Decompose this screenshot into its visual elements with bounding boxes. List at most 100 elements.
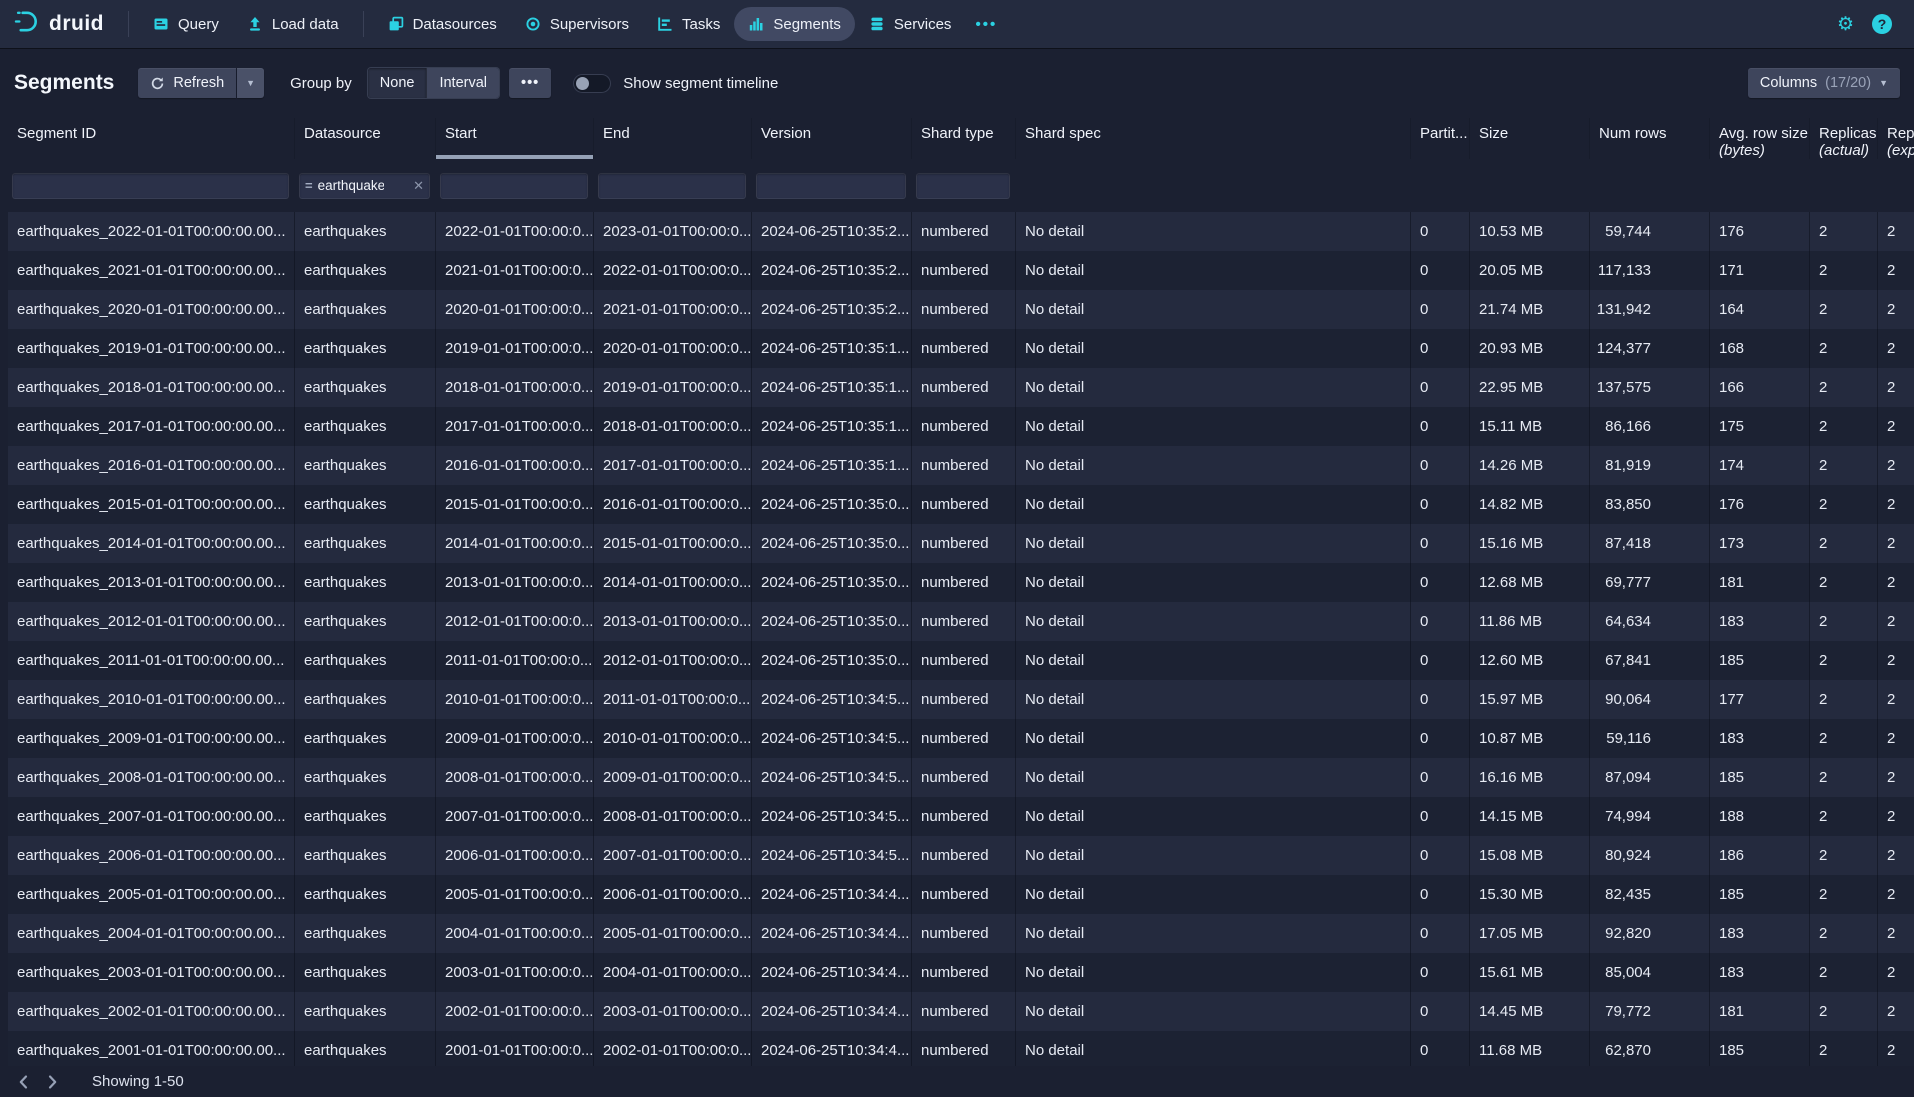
filter-input-start[interactable] bbox=[440, 173, 588, 199]
pagination-prev-button[interactable] bbox=[10, 1069, 38, 1095]
cell-partition: 0 bbox=[1411, 680, 1470, 719]
column-header-avg-row-size[interactable]: Avg. row size(bytes) bbox=[1710, 118, 1810, 159]
table-row[interactable]: earthquakes_2009-01-01T00:00:00.00...ear… bbox=[8, 719, 1914, 758]
column-header-replicas[interactable]: Replicas(actual) bbox=[1810, 118, 1878, 159]
filter-tag-remove-icon[interactable]: ✕ bbox=[413, 178, 424, 194]
settings-gear-icon[interactable]: ⚙ bbox=[1837, 15, 1854, 34]
cell-replicas: 2 bbox=[1810, 836, 1878, 875]
nav-item-services[interactable]: Services bbox=[855, 7, 966, 41]
cell-shard-spec: No detail bbox=[1016, 368, 1411, 407]
cell-replication-factor: 2 bbox=[1878, 797, 1914, 836]
table-row[interactable]: earthquakes_2007-01-01T00:00:00.00...ear… bbox=[8, 797, 1914, 836]
cell-end: 2016-01-01T00:00:0... bbox=[594, 485, 752, 524]
filter-input-end[interactable] bbox=[598, 173, 746, 199]
column-header-id[interactable]: Segment ID bbox=[8, 118, 295, 159]
column-label: End bbox=[603, 125, 630, 142]
cell-replicas: 2 bbox=[1810, 212, 1878, 251]
cell-datasource: earthquakes bbox=[295, 407, 436, 446]
column-header-partition[interactable]: Partit... bbox=[1411, 118, 1470, 159]
chevron-down-icon: ▼ bbox=[1879, 78, 1888, 88]
cell-end: 2018-01-01T00:00:0... bbox=[594, 407, 752, 446]
table-row[interactable]: earthquakes_2002-01-01T00:00:00.00...ear… bbox=[8, 992, 1914, 1031]
refresh-button[interactable]: Refresh bbox=[138, 68, 236, 98]
cell-end: 2004-01-01T00:00:0... bbox=[594, 953, 752, 992]
column-header-shard-type[interactable]: Shard type bbox=[912, 118, 1016, 159]
table-row[interactable]: earthquakes_2017-01-01T00:00:00.00...ear… bbox=[8, 407, 1914, 446]
column-header-end[interactable]: End bbox=[594, 118, 752, 159]
cell-num-rows: 137,575 bbox=[1590, 368, 1710, 407]
column-label: Partit... bbox=[1420, 125, 1468, 142]
filter-equals-icon: = bbox=[305, 178, 313, 193]
pagination-next-button[interactable] bbox=[38, 1069, 66, 1095]
cell-size: 15.97 MB bbox=[1470, 680, 1590, 719]
cell-partition: 0 bbox=[1411, 329, 1470, 368]
cell-end: 2014-01-01T00:00:0... bbox=[594, 563, 752, 602]
druid-logo-text: druid bbox=[49, 12, 104, 36]
nav-item-datasources[interactable]: Datasources bbox=[374, 7, 511, 41]
table-row[interactable]: earthquakes_2012-01-01T00:00:00.00...ear… bbox=[8, 602, 1914, 641]
cell-end: 2009-01-01T00:00:0... bbox=[594, 758, 752, 797]
show-segment-timeline-switch[interactable]: Show segment timeline bbox=[573, 74, 778, 93]
column-header-replication-factor[interactable]: Replication factor(expected) bbox=[1878, 118, 1914, 159]
cell-avg-row-size: 183 bbox=[1710, 914, 1810, 953]
switch-track bbox=[573, 74, 611, 93]
druid-logo[interactable]: druid bbox=[0, 8, 118, 40]
table-row[interactable]: earthquakes_2004-01-01T00:00:00.00...ear… bbox=[8, 914, 1914, 953]
column-header-shard-spec[interactable]: Shard spec bbox=[1016, 118, 1411, 159]
filter-input-datasource[interactable]: =earthquakes✕ bbox=[299, 173, 430, 199]
nav-item-load-data[interactable]: Load data bbox=[233, 7, 353, 41]
column-header-size[interactable]: Size bbox=[1470, 118, 1590, 159]
cell-replicas: 2 bbox=[1810, 446, 1878, 485]
table-row[interactable]: earthquakes_2001-01-01T00:00:00.00...ear… bbox=[8, 1031, 1914, 1070]
table-row[interactable]: earthquakes_2022-01-01T00:00:00.00...ear… bbox=[8, 212, 1914, 251]
cell-end: 2021-01-01T00:00:0... bbox=[594, 290, 752, 329]
nav-item-tasks[interactable]: Tasks bbox=[643, 7, 734, 41]
column-header-datasource[interactable]: Datasource bbox=[295, 118, 436, 159]
filter-input-version[interactable] bbox=[756, 173, 906, 199]
group-by-option-none[interactable]: None bbox=[368, 68, 427, 98]
nav-item-label: Load data bbox=[272, 16, 339, 33]
table-row[interactable]: earthquakes_2020-01-01T00:00:00.00...ear… bbox=[8, 290, 1914, 329]
column-header-num-rows[interactable]: Num rows bbox=[1590, 118, 1710, 159]
help-icon[interactable]: ? bbox=[1872, 14, 1892, 34]
filter-input-segment-id[interactable] bbox=[12, 173, 289, 199]
cell-size: 20.93 MB bbox=[1470, 329, 1590, 368]
cell-size: 14.82 MB bbox=[1470, 485, 1590, 524]
group-by-option-interval[interactable]: Interval bbox=[426, 68, 499, 98]
refresh-caret-button[interactable]: ▼ bbox=[237, 68, 264, 98]
nav-more-button[interactable]: ••• bbox=[965, 16, 1007, 33]
table-row[interactable]: earthquakes_2003-01-01T00:00:00.00...ear… bbox=[8, 953, 1914, 992]
table-row[interactable]: earthquakes_2016-01-01T00:00:00.00...ear… bbox=[8, 446, 1914, 485]
cell-shard-type: numbered bbox=[912, 797, 1016, 836]
nav-item-label: Services bbox=[894, 16, 952, 33]
nav-item-segments[interactable]: Segments bbox=[734, 7, 855, 41]
cell-id: earthquakes_2007-01-01T00:00:00.00... bbox=[8, 797, 295, 836]
cell-start: 2015-01-01T00:00:0... bbox=[436, 485, 594, 524]
table-row[interactable]: earthquakes_2013-01-01T00:00:00.00...ear… bbox=[8, 563, 1914, 602]
table-row[interactable]: earthquakes_2021-01-01T00:00:00.00...ear… bbox=[8, 251, 1914, 290]
column-header-version[interactable]: Version bbox=[752, 118, 912, 159]
cell-id: earthquakes_2013-01-01T00:00:00.00... bbox=[8, 563, 295, 602]
table-row[interactable]: earthquakes_2006-01-01T00:00:00.00...ear… bbox=[8, 836, 1914, 875]
cell-version: 2024-06-25T10:34:5... bbox=[752, 719, 912, 758]
column-header-start[interactable]: Start bbox=[436, 118, 594, 159]
columns-count: (17/20) bbox=[1825, 75, 1871, 91]
cell-start: 2014-01-01T00:00:0... bbox=[436, 524, 594, 563]
filter-input-shard-type[interactable] bbox=[916, 173, 1010, 199]
column-label: Size bbox=[1479, 125, 1508, 142]
header-more-button[interactable]: ••• bbox=[509, 68, 551, 98]
nav-item-supervisors[interactable]: Supervisors bbox=[511, 7, 643, 41]
table-row[interactable]: earthquakes_2015-01-01T00:00:00.00...ear… bbox=[8, 485, 1914, 524]
table-row[interactable]: earthquakes_2014-01-01T00:00:00.00...ear… bbox=[8, 524, 1914, 563]
cell-datasource: earthquakes bbox=[295, 680, 436, 719]
cell-replication-factor: 2 bbox=[1878, 680, 1914, 719]
cell-num-rows: 69,777 bbox=[1590, 563, 1710, 602]
table-row[interactable]: earthquakes_2008-01-01T00:00:00.00...ear… bbox=[8, 758, 1914, 797]
table-row[interactable]: earthquakes_2019-01-01T00:00:00.00...ear… bbox=[8, 329, 1914, 368]
table-row[interactable]: earthquakes_2018-01-01T00:00:00.00...ear… bbox=[8, 368, 1914, 407]
table-row[interactable]: earthquakes_2005-01-01T00:00:00.00...ear… bbox=[8, 875, 1914, 914]
table-row[interactable]: earthquakes_2010-01-01T00:00:00.00...ear… bbox=[8, 680, 1914, 719]
columns-button[interactable]: Columns (17/20) ▼ bbox=[1748, 68, 1900, 98]
nav-item-query[interactable]: Query bbox=[139, 7, 233, 41]
table-row[interactable]: earthquakes_2011-01-01T00:00:00.00...ear… bbox=[8, 641, 1914, 680]
